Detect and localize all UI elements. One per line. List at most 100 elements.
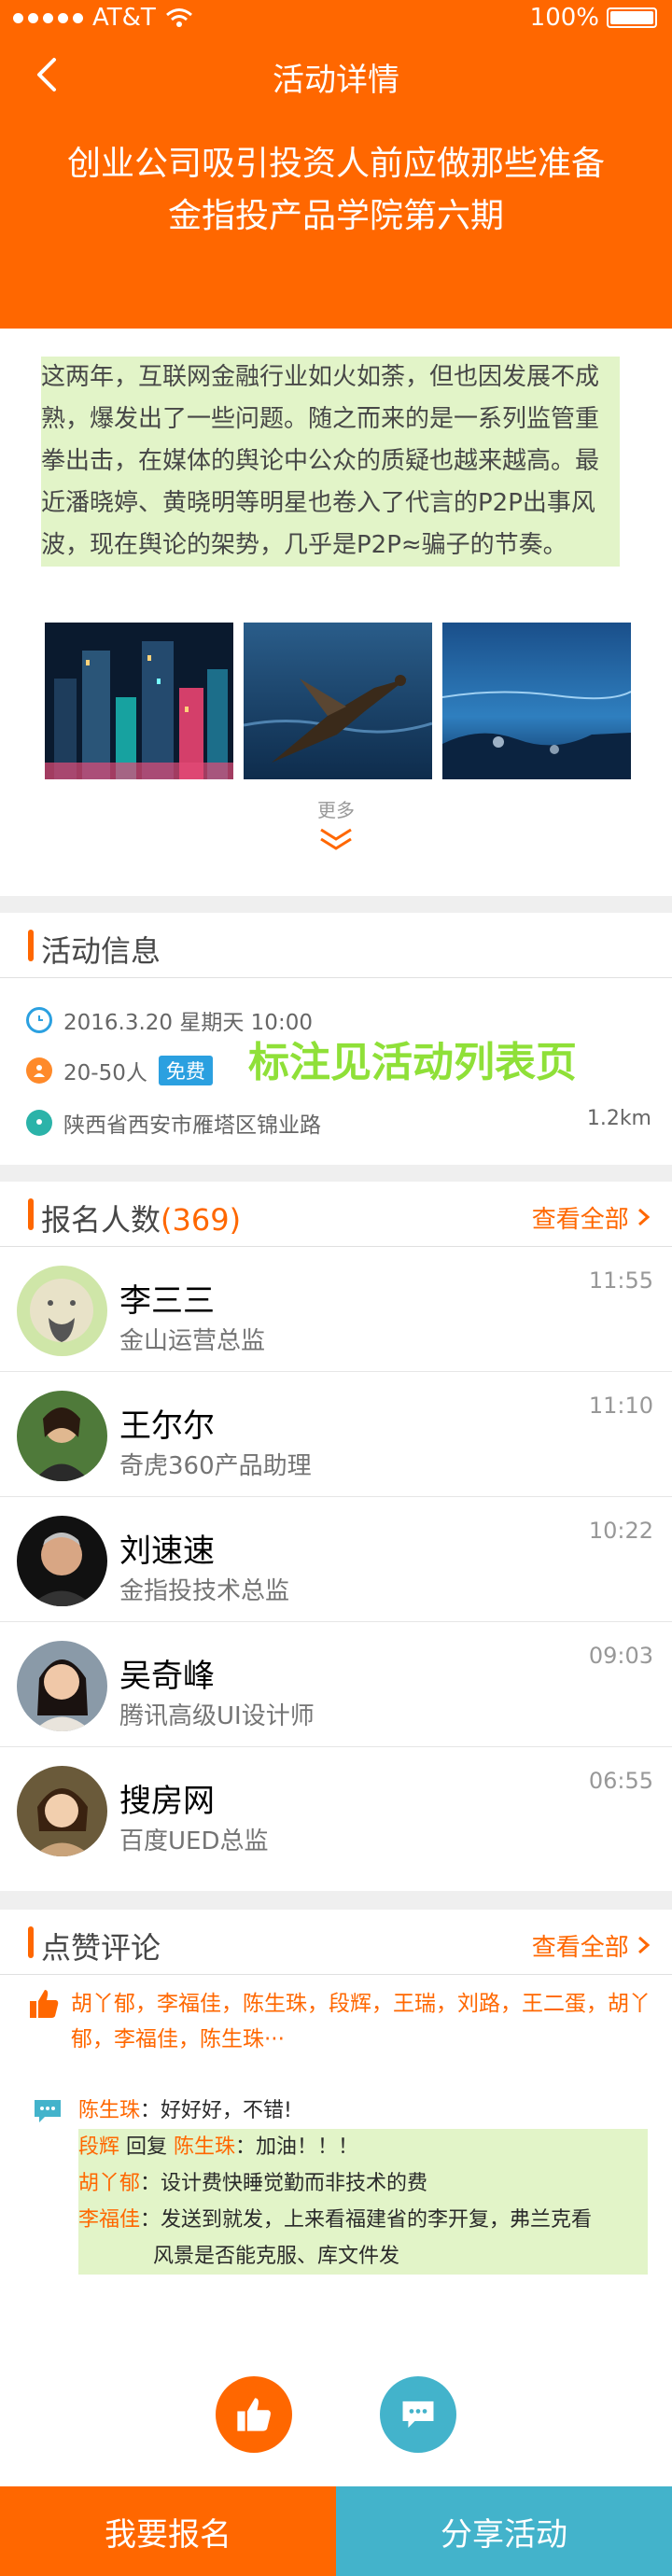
signup-time: 10:22 [588,1518,653,1544]
distance-text: 1.2km [586,1107,651,1130]
more-toggle[interactable]: 更多 [0,795,672,852]
chat-bubble-icon [402,2401,434,2429]
avatar [17,1266,107,1356]
comment-list: 陈生珠：好好好，不错! 段辉 回复 陈生珠：加油！！！ 胡丫郁：设计费快睡觉勤而… [32,2093,648,2275]
comments-header: 点赞评论 查看全部 [0,1910,672,1975]
comment-item[interactable]: 李福佳：发送到就发，上来看福建省的李开复，弗兰克看 [78,2202,648,2238]
chat-bubble-icon [35,2099,61,2122]
comment-button[interactable] [380,2376,456,2453]
activity-info-body: 2016.3.20 星期天 10:00 20-50人 免费 标注见活动列表页 陕… [0,978,672,1165]
event-title: 创业公司吸引投资人前应做那些准备 金指投产品学院第六期 [0,138,672,243]
clock-icon [26,1007,52,1033]
reply-target-name: 陈生珠 [174,2135,236,2159]
event-title-line2: 金指投产品学院第六期 [167,197,504,235]
status-bar: AT&T 100% [0,0,672,37]
chevron-right-icon [638,1936,651,1954]
signup-row[interactable]: 刘速速 金指投技术总监 10:22 [0,1497,672,1622]
signup-name: 刘速速 [119,1533,215,1570]
wifi-icon [165,8,192,27]
comments-section: 点赞评论 查看全部 胡丫郁，李福佳，陈生珠，段辉，王瑞，刘路，王二蛋，胡丫郁，李… [0,1910,672,2488]
commenter-name: 陈生珠 [78,2099,141,2122]
signup-time: 11:10 [588,1393,653,1419]
like-button[interactable] [216,2376,292,2453]
status-left: AT&T [13,4,193,32]
free-tag: 免费 [158,1056,213,1085]
commenter-name: 段辉 [78,2135,120,2159]
signups-title-label: 报名人数 [41,1202,161,1238]
thumbs-up-icon [237,2398,271,2431]
status-right: 100% [530,4,657,32]
signup-time: 06:55 [588,1768,653,1794]
description-section: 这两年，互联网金融行业如火如荼，但也因发展不成熟，爆发出了一些问题。随之而来的是… [0,329,672,896]
location-pin-icon [26,1110,52,1136]
comment-text: ：发送到就发，上来看福建省的李开复，弗兰克看 [140,2208,593,2232]
comment-item[interactable]: 段辉 回复 陈生珠：加油！！！ [78,2129,648,2165]
people-row: 20-50人 免费 [26,1055,213,1086]
view-all-label: 查看全部 [531,1934,629,1962]
signup-title: 百度UED总监 [119,1827,269,1855]
annotation-text: 标注见活动列表页 [248,1039,577,1086]
share-button[interactable]: 分享活动 [336,2486,672,2576]
comment-thread: 段辉 回复 陈生珠：加油！！！ 胡丫郁：设计费快睡觉勤而非技术的费 李福佳：发送… [78,2129,648,2275]
signups-header: 报名人数(369) 查看全部 [0,1182,672,1247]
section-accent-bar [28,930,34,961]
page-title: 活动详情 [273,62,399,99]
comment-continuation: 风景是否能克服、库文件发 [153,2245,400,2268]
address-text: 陕西省西安市雁塔区锦业路 [63,1113,321,1138]
description-text: 这两年，互联网金融行业如火如荼，但也因发展不成熟，爆发出了一些问题。随之而来的是… [41,357,620,567]
comment-text: ：设计费快睡觉勤而非技术的费 [140,2172,428,2195]
comment-item[interactable]: 胡丫郁：设计费快睡觉勤而非技术的费 [78,2165,648,2202]
signup-time: 09:03 [588,1643,653,1669]
signup-name: 王尔尔 [119,1407,215,1445]
thumbs-up-icon [30,1990,59,2018]
photo-city[interactable] [45,623,233,779]
signal-icon [13,12,83,23]
comments-view-all-link[interactable]: 查看全部 [532,1928,651,1963]
likes-row: 胡丫郁，李福佳，陈生珠，段辉，王瑞，刘路，王二蛋，胡丫郁，李福佳，陈生珠··· [28,1986,653,2057]
battery-label: 100% [529,4,599,32]
person-icon [26,1057,52,1084]
signups-view-all-link[interactable]: 查看全部 [532,1200,651,1235]
signup-row[interactable]: 李三三 金山运营总监 11:55 [0,1247,672,1372]
address-row[interactable]: 陕西省西安市雁塔区锦业路 [26,1107,321,1139]
signup-name: 李三三 [119,1282,215,1320]
more-label: 更多 [317,799,355,821]
signups-section: 报名人数(369) 查看全部 李三三 金山运营总监 11:55 王尔尔 奇虎36… [0,1182,672,1891]
activity-info-header: 活动信息 [0,913,672,978]
avatar [17,1766,107,1856]
signup-button[interactable]: 我要报名 [0,2486,336,2576]
signup-title: 金山运营总监 [119,1327,266,1355]
signups-count: (369) [161,1202,242,1238]
signup-title: 腾讯高级UI设计师 [119,1702,315,1730]
comment-item[interactable]: 陈生珠：好好好，不错! [32,2093,648,2129]
like-names[interactable]: 胡丫郁，李福佳，陈生珠，段辉，王瑞，刘路，王二蛋，胡丫郁，李福佳，陈生珠··· [71,1986,653,2057]
signup-name: 吴奇峰 [119,1658,215,1695]
section-accent-bar [28,1198,34,1230]
event-title-line1: 创业公司吸引投资人前应做那些准备 [66,145,605,183]
signup-name: 搜房网 [119,1783,215,1820]
comment-text: ：好好好，不错! [140,2099,292,2122]
double-chevron-down-icon [320,828,352,850]
header: AT&T 100% 活动详情 创业公司吸引投资人前应做那些准备 金指投产品学院第… [0,0,672,329]
avatar [17,1641,107,1731]
chevron-right-icon [638,1208,651,1226]
carrier-label: AT&T [92,4,156,32]
signup-time: 11:55 [588,1267,653,1294]
signup-row[interactable]: 王尔尔 奇虎360产品助理 11:10 [0,1372,672,1497]
signup-row[interactable]: 搜房网 百度UED总监 06:55 [0,1747,672,1872]
commenter-name: 李福佳 [78,2208,141,2232]
photo-gallery [45,623,631,779]
signup-row[interactable]: 吴奇峰 腾讯高级UI设计师 09:03 [0,1622,672,1747]
activity-detail-page: AT&T 100% 活动详情 创业公司吸引投资人前应做那些准备 金指投产品学院第… [0,0,672,2576]
people-range-text: 20-50人 [63,1061,147,1085]
section-accent-bar [28,1926,34,1958]
reply-label: 回复 [119,2135,175,2159]
photo-bird[interactable] [244,623,432,779]
view-all-label: 查看全部 [531,1206,629,1234]
navbar: 活动详情 [0,37,672,112]
activity-info-section: 活动信息 2016.3.20 星期天 10:00 20-50人 免费 标注见活动… [0,913,672,1165]
photo-coast[interactable] [442,623,631,779]
avatar [17,1516,107,1606]
battery-icon [607,7,657,28]
avatar [17,1391,107,1481]
